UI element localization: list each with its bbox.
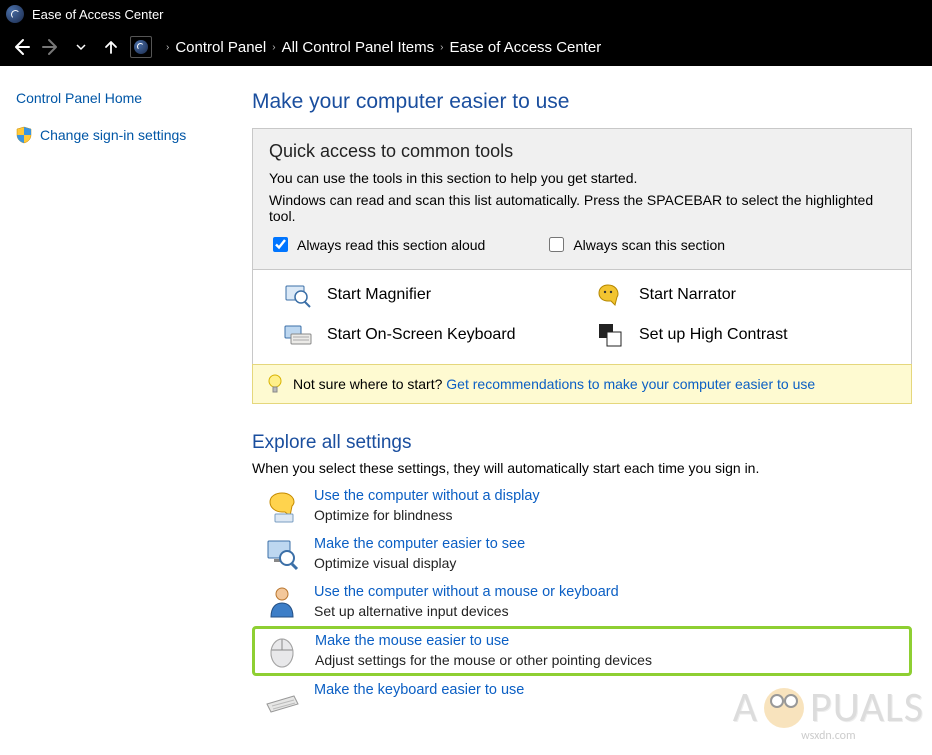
explore-link-1[interactable]: Make the computer easier to see [314,536,525,552]
tip-text: Not sure where to start? [293,376,446,392]
explore-link-0[interactable]: Use the computer without a display [314,488,540,504]
mouse-icon [265,633,301,669]
magnifier-screen-icon [264,536,300,572]
window-title: Ease of Access Center [32,7,164,22]
explore-desc-0: Optimize for blindness [314,507,540,523]
main-content: Make your computer easier to use Quick a… [232,66,932,755]
explore-desc-3: Adjust settings for the mouse or other p… [315,652,652,668]
explore-item-2[interactable]: Use the computer without a mouse or keyb… [252,578,912,626]
lightbulb-icon [267,374,283,394]
page-title: Make your computer easier to use [252,90,912,114]
tool-magnifier[interactable]: Start Magnifier [283,282,583,308]
tool-osk[interactable]: Start On-Screen Keyboard [283,322,583,348]
tool-osk-label: Start On-Screen Keyboard [327,326,516,344]
chevron-right-icon: › [272,42,275,53]
tip-link[interactable]: Get recommendations to make your compute… [446,376,815,392]
checkbox-read-aloud-input[interactable] [273,237,288,252]
explore-item-0[interactable]: Use the computer without a display Optimi… [252,482,912,530]
tool-magnifier-label: Start Magnifier [327,286,431,304]
sidebar-home-link[interactable]: Control Panel Home [16,90,232,106]
quick-access-title: Quick access to common tools [269,141,895,162]
explore-link-3[interactable]: Make the mouse easier to use [315,633,509,649]
narrator-icon [595,282,625,308]
tool-narrator-label: Start Narrator [639,286,736,304]
explore-list: Use the computer without a display Optimi… [252,482,912,724]
explore-desc-1: Optimize visual display [314,555,525,571]
explore-item-1[interactable]: Make the computer easier to see Optimize … [252,530,912,578]
navigation-bar: › Control Panel › All Control Panel Item… [0,28,932,66]
explore-subtext: When you select these settings, they wil… [252,460,912,476]
explore-desc-2: Set up alternative input devices [314,603,619,619]
quick-access-box: Quick access to common tools You can use… [252,128,912,365]
magnifier-icon [283,282,313,308]
quick-access-line1: You can use the tools in this section to… [269,170,895,186]
breadcrumb: › Control Panel › All Control Panel Item… [160,39,601,56]
checkbox-read-aloud-label: Always read this section aloud [297,237,485,253]
app-icon [6,5,24,23]
tool-contrast[interactable]: Set up High Contrast [595,322,895,348]
tool-narrator[interactable]: Start Narrator [595,282,895,308]
address-icon[interactable] [130,36,152,58]
recent-dropdown[interactable] [68,34,94,60]
explore-title: Explore all settings [252,432,912,454]
high-contrast-icon [595,322,625,348]
display-off-icon [264,488,300,524]
checkbox-scan-section-input[interactable] [549,237,564,252]
breadcrumb-all-items[interactable]: All Control Panel Items [282,39,435,56]
forward-button[interactable] [38,34,64,60]
tip-bar: Not sure where to start? Get recommendat… [252,364,912,404]
explore-link-2[interactable]: Use the computer without a mouse or keyb… [314,584,619,600]
breadcrumb-control-panel[interactable]: Control Panel [175,39,266,56]
chevron-right-icon: › [166,42,169,53]
checkbox-scan-section-label: Always scan this section [573,237,725,253]
up-button[interactable] [98,34,124,60]
keyboard-icon [264,682,300,718]
titlebar: Ease of Access Center [0,0,932,28]
quick-access-line2: Windows can read and scan this list auto… [269,192,895,224]
watermark-url: wsxdn.com [801,729,856,743]
person-icon [264,584,300,620]
sidebar: Control Panel Home Change sign-in settin… [0,66,232,755]
checkbox-scan-section[interactable]: Always scan this section [545,234,725,255]
explore-item-4[interactable]: Make the keyboard easier to use [252,676,912,724]
breadcrumb-ease-of-access[interactable]: Ease of Access Center [450,39,602,56]
explore-link-4[interactable]: Make the keyboard easier to use [314,682,524,698]
keyboard-icon [283,322,313,348]
sidebar-signin-link[interactable]: Change sign-in settings [40,127,186,143]
checkbox-read-aloud[interactable]: Always read this section aloud [269,234,485,255]
tool-contrast-label: Set up High Contrast [639,326,788,344]
chevron-right-icon: › [440,42,443,53]
explore-item-3[interactable]: Make the mouse easier to use Adjust setti… [252,626,912,676]
back-button[interactable] [8,34,34,60]
shield-icon [16,126,32,144]
